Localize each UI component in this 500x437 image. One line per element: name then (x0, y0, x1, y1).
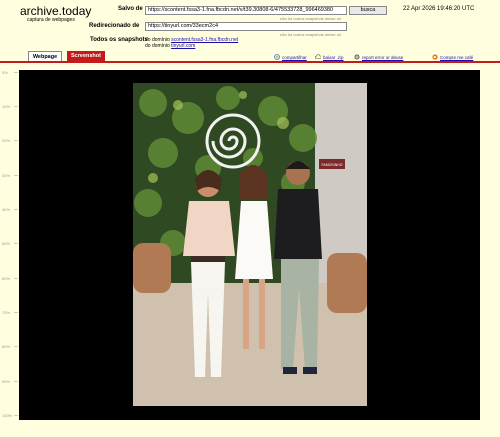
ruler-tick-line (14, 415, 18, 416)
download-label: baixar .zip (323, 54, 344, 60)
wall-sign-text: FAMOSINHO (321, 163, 342, 167)
tabs-bar: Webpage Screenshot (0, 51, 500, 63)
ruler-tick-line (14, 346, 18, 347)
ruler-tick: 40% (2, 207, 11, 212)
share-icon (274, 54, 280, 60)
share-link[interactable]: compartilhar (274, 53, 307, 61)
search-button[interactable]: busca (349, 6, 387, 15)
saved-from-label: Salvo de (118, 6, 143, 12)
saved-from-url-input[interactable] (145, 6, 347, 15)
share-label: compartilhar (282, 54, 307, 60)
tab-webpage[interactable]: Webpage (28, 51, 62, 61)
redirected-url-input[interactable] (145, 22, 347, 31)
ruler-tick-line (14, 209, 18, 210)
ruler-tick-line (14, 72, 18, 73)
download-link[interactable]: baixar .zip (315, 53, 344, 61)
report-link[interactable]: report error or abuse (354, 53, 403, 61)
scroll-ruler: 0% 10% 20% 30% 40% 50% 60% 70% 80% 90% 1… (0, 70, 18, 420)
cloud-download-icon (315, 54, 321, 59)
tab-screenshot[interactable]: Screenshot (67, 51, 105, 61)
domain-link-2[interactable]: tinyurl.com (171, 43, 195, 49)
coffee-icon (432, 54, 438, 60)
ruler-tick: 50% (2, 241, 11, 246)
all-snapshots-label: Todos os snapshots (90, 37, 148, 43)
ruler-tick: 100% (2, 413, 13, 418)
ruler-tick: 30% (2, 173, 11, 178)
capture-date: 22 Apr 2026 19:46:20 UTC (403, 6, 475, 12)
ruler-tick: 80% (2, 344, 11, 349)
gear-icon (354, 54, 360, 60)
ruler-tick: 20% (2, 138, 11, 143)
buy-coffee-label: Compre me café (440, 54, 474, 60)
ruler-tick: 70% (2, 310, 11, 315)
site-tagline: captura de webpages (27, 17, 75, 23)
ruler-tick-line (14, 106, 18, 107)
snapshot-viewer[interactable]: FAMOSINHO (19, 70, 480, 420)
domain-prefix-2: do domínio (145, 43, 170, 49)
archived-photo: FAMOSINHO (133, 83, 367, 406)
ruler-tick: 90% (2, 379, 11, 384)
ruler-tick: 60% (2, 276, 11, 281)
ruler-tick: 0% (2, 70, 8, 75)
redirected-label: Redirecionado de (89, 23, 140, 29)
no-other-snapshots-note-2: não há outros snapshots desse url (280, 32, 342, 37)
ruler-tick-line (14, 312, 18, 313)
ruler-tick-line (14, 381, 18, 382)
ruler-tick-line (14, 175, 18, 176)
ruler-tick-line (14, 278, 18, 279)
ruler-tick-line (14, 140, 18, 141)
no-other-snapshots-note-1: não há outros snapshots desse url (280, 16, 342, 21)
photo-illustration: FAMOSINHO (133, 83, 367, 406)
buy-coffee-link[interactable]: Compre me café (432, 53, 473, 61)
ruler-tick-line (14, 243, 18, 244)
ruler-tick: 10% (2, 104, 11, 109)
snapshots-domain-2: do domínio tinyurl.com (145, 43, 195, 49)
report-label: report error or abuse (362, 54, 404, 60)
